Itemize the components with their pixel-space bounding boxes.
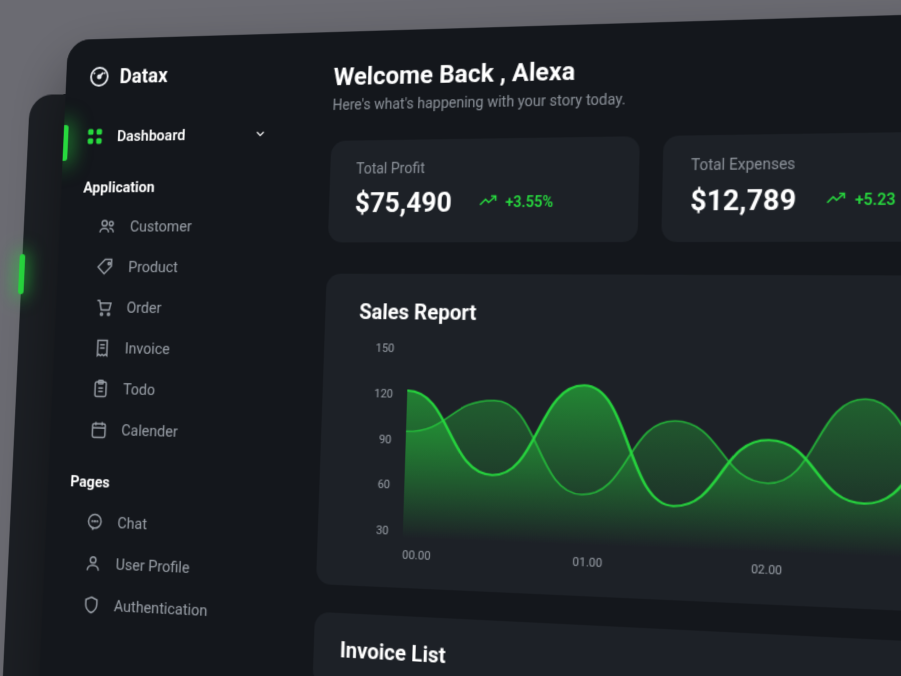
app-window: Datax Dashboard Application Customer Pro… — [33, 6, 901, 676]
invoice-list-card: Invoice List — [312, 612, 901, 676]
gauge-icon — [88, 64, 111, 88]
trend-up-icon — [825, 191, 846, 211]
sidebar-item-calendar[interactable]: Calender — [50, 408, 281, 455]
stat-value: $12,789 — [690, 184, 797, 218]
sidebar: Datax Dashboard Application Customer Pro… — [33, 33, 294, 676]
sidebar-item-label: Chat — [117, 514, 147, 534]
chart-area: 150 120 90 60 30 00.00 01.00 02.00 03.00 — [351, 341, 901, 599]
stat-value: $75,490 — [354, 187, 452, 219]
y-axis: 150 120 90 60 30 — [352, 341, 395, 538]
brand-name: Datax — [119, 63, 168, 88]
invoice-list-title: Invoice List — [340, 637, 901, 676]
sidebar-item-invoice[interactable]: Invoice — [53, 327, 283, 371]
stat-delta: +5.23 — [825, 190, 895, 210]
sidebar-item-label: User Profile — [115, 555, 190, 577]
stat-delta-value: +5.23 — [855, 191, 896, 209]
y-tick: 60 — [353, 477, 390, 492]
sidebar-item-label: Todo — [123, 380, 156, 399]
stat-card-profit[interactable]: Total Profit $75,490 +3.55% — [328, 136, 640, 242]
y-tick: 90 — [355, 431, 392, 446]
sidebar-item-label: Dashboard — [117, 126, 186, 145]
sidebar-item-label: Calender — [121, 421, 178, 441]
stat-cards-row: Total Profit $75,490 +3.55% Total Expens… — [328, 128, 901, 243]
main-content: Welcome Back , Alexa Here's what's happe… — [265, 6, 901, 676]
shield-icon — [81, 594, 101, 616]
clipboard-icon — [91, 378, 111, 399]
y-tick: 150 — [358, 341, 395, 355]
x-tick: 01.00 — [572, 555, 602, 571]
stat-delta-value: +3.55% — [505, 194, 553, 211]
chart-title: Sales Report — [359, 299, 901, 332]
stat-label: Total Expenses — [691, 154, 901, 175]
sidebar-item-dashboard[interactable]: Dashboard — [63, 113, 291, 157]
stat-card-expenses[interactable]: Total Expenses $12,789 +5.23 — [661, 131, 901, 242]
sidebar-item-label: Invoice — [124, 339, 170, 358]
y-tick: 30 — [352, 522, 389, 537]
users-icon — [98, 216, 117, 236]
section-title-pages: Pages — [47, 449, 279, 508]
y-tick: 120 — [356, 386, 393, 400]
x-axis: 00.00 01.00 02.00 03.00 04.00 — [402, 548, 901, 594]
chart-plot[interactable] — [403, 342, 901, 568]
brand[interactable]: Datax — [65, 60, 294, 117]
sales-report-card: Sales Report 150 120 90 60 30 00.00 01. — [316, 274, 901, 625]
stat-label: Total Profit — [356, 158, 612, 178]
sidebar-item-customer[interactable]: Customer — [59, 205, 288, 246]
grid-icon — [85, 126, 104, 146]
user-icon — [83, 553, 103, 575]
sidebar-item-label: Product — [128, 258, 178, 276]
sidebar-item-todo[interactable]: Todo — [51, 368, 281, 414]
calendar-icon — [89, 419, 109, 440]
x-tick: 02.00 — [751, 562, 782, 578]
trend-up-icon — [478, 193, 497, 212]
stat-delta: +3.55% — [478, 193, 553, 213]
sidebar-item-label: Customer — [130, 217, 192, 235]
section-title-application: Application — [60, 154, 289, 207]
sidebar-item-order[interactable]: Order — [55, 287, 285, 330]
receipt-icon — [93, 338, 113, 359]
chevron-down-icon — [253, 127, 267, 142]
cart-icon — [94, 297, 114, 317]
sidebar-item-label: Order — [126, 298, 161, 317]
sidebar-item-product[interactable]: Product — [57, 247, 286, 288]
sidebar-item-label: Authentication — [114, 597, 208, 621]
page-title: Welcome Back , Alexa — [333, 40, 901, 91]
chat-icon — [85, 512, 105, 533]
tag-icon — [96, 257, 116, 277]
x-tick: 00.00 — [402, 548, 431, 563]
active-indicator-back — [18, 254, 25, 294]
